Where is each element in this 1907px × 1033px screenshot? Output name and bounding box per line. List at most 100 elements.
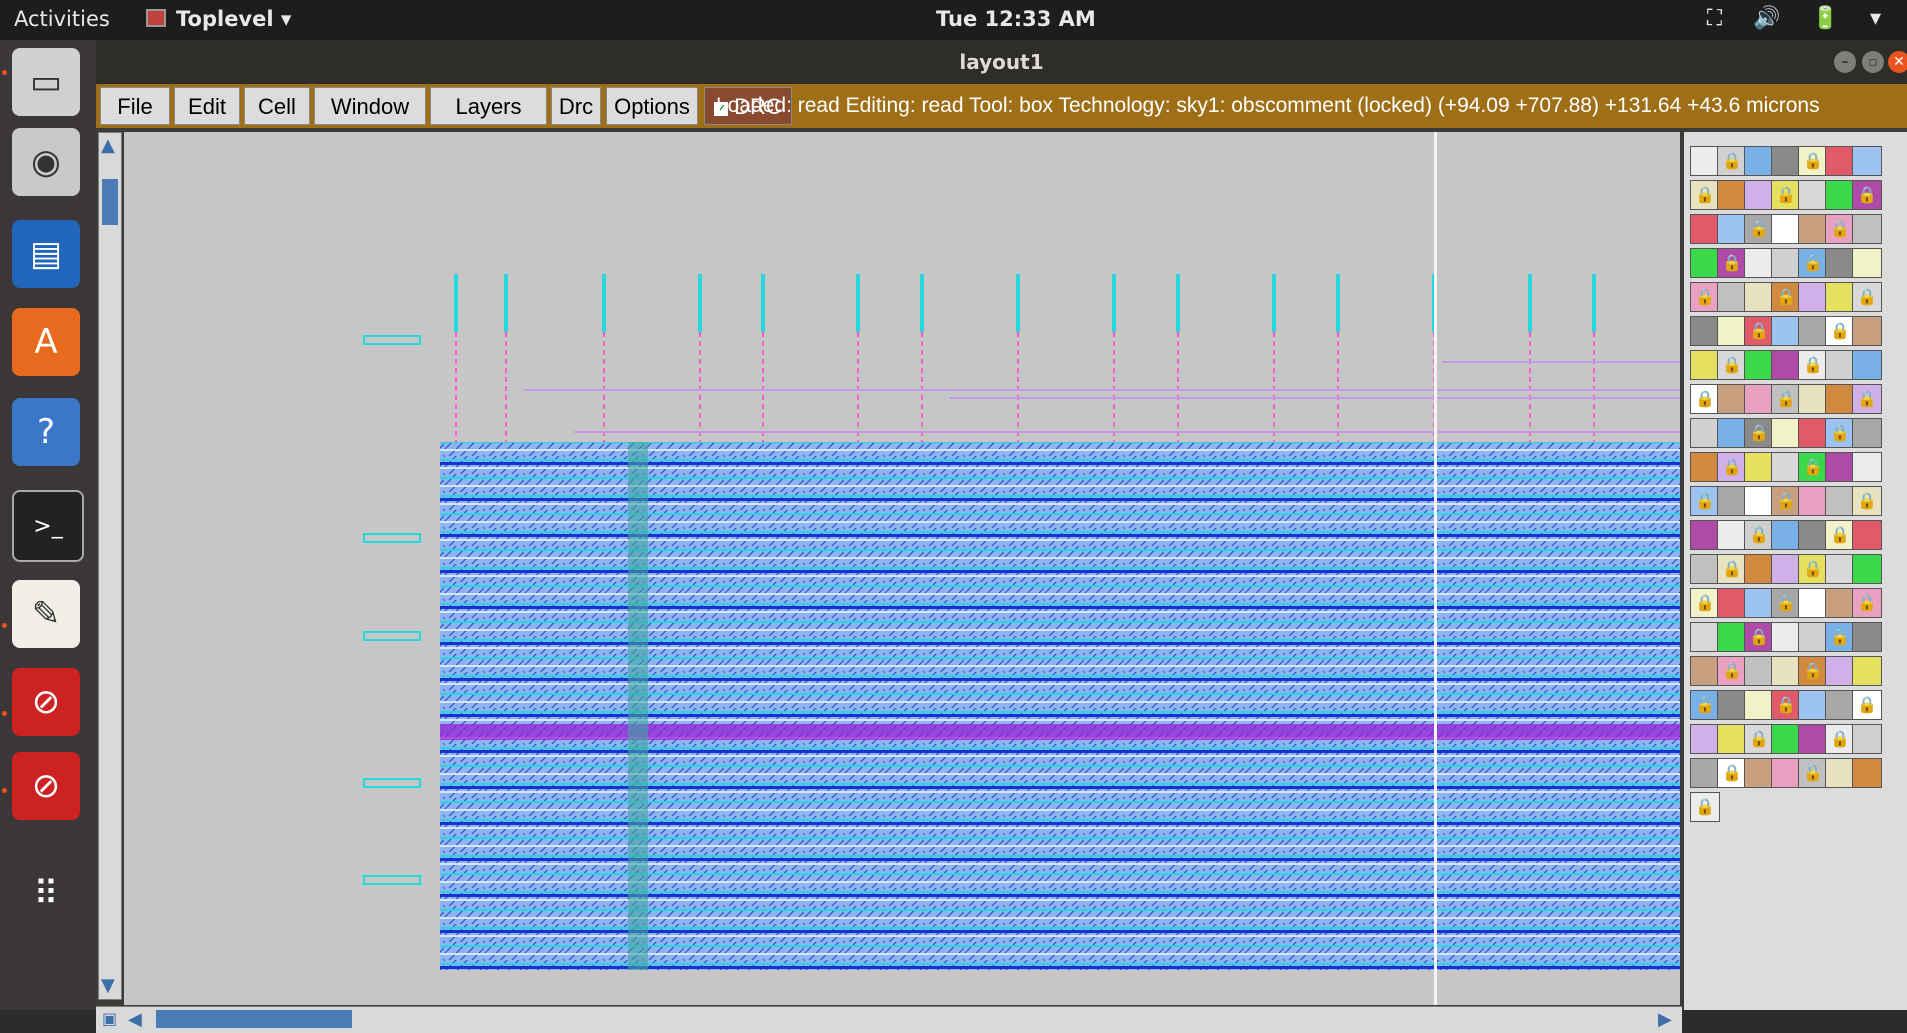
- layer-swatch[interactable]: [1690, 146, 1720, 176]
- arrow-right-icon[interactable]: ▶: [1658, 1009, 1672, 1030]
- blocked-app-icon[interactable]: ⊘: [12, 668, 80, 736]
- lock-icon[interactable]: 🔒: [1852, 180, 1882, 210]
- vertical-scroll-thumb[interactable]: [102, 179, 118, 225]
- layer-swatch[interactable]: [1717, 214, 1747, 244]
- lock-icon[interactable]: 🔒: [1744, 724, 1774, 754]
- layer-swatch[interactable]: [1771, 622, 1801, 652]
- lock-icon[interactable]: 🔒: [1771, 486, 1801, 516]
- lock-icon[interactable]: 🔒: [1690, 384, 1720, 414]
- layer-swatch[interactable]: [1744, 588, 1774, 618]
- layer-swatch[interactable]: [1825, 758, 1855, 788]
- lock-icon[interactable]: 🔒: [1690, 180, 1720, 210]
- terminal-icon[interactable]: >_: [12, 490, 84, 562]
- layer-swatch[interactable]: [1798, 588, 1828, 618]
- arrow-up-icon[interactable]: ▲: [101, 135, 115, 156]
- lock-icon[interactable]: 🔒: [1744, 520, 1774, 550]
- layer-swatch[interactable]: [1690, 656, 1720, 686]
- layer-swatch[interactable]: [1771, 418, 1801, 448]
- layer-swatch[interactable]: [1852, 520, 1882, 550]
- lock-icon[interactable]: 🔒: [1717, 656, 1747, 686]
- layer-swatch[interactable]: [1852, 214, 1882, 244]
- layer-swatch[interactable]: [1771, 350, 1801, 380]
- layer-swatch[interactable]: [1798, 622, 1828, 652]
- lock-icon[interactable]: 🔒: [1798, 146, 1828, 176]
- layer-swatch[interactable]: [1798, 486, 1828, 516]
- layer-swatch[interactable]: [1825, 690, 1855, 720]
- lock-icon[interactable]: 🔒: [1717, 350, 1747, 380]
- text-editor-icon[interactable]: ✎: [12, 580, 80, 648]
- menu-layers[interactable]: Layers: [430, 87, 547, 125]
- layer-swatch[interactable]: [1825, 146, 1855, 176]
- lock-icon[interactable]: 🔒: [1690, 792, 1720, 822]
- layer-swatch[interactable]: [1717, 316, 1747, 346]
- horizontal-scroll-thumb[interactable]: [156, 1010, 352, 1028]
- layer-swatch[interactable]: [1744, 452, 1774, 482]
- lock-icon[interactable]: 🔒: [1798, 350, 1828, 380]
- lock-icon[interactable]: 🔒: [1717, 452, 1747, 482]
- lock-icon[interactable]: 🔒: [1690, 282, 1720, 312]
- layer-swatch[interactable]: [1717, 384, 1747, 414]
- lock-icon[interactable]: 🔒: [1771, 384, 1801, 414]
- lock-icon[interactable]: 🔒: [1852, 588, 1882, 618]
- layer-swatch[interactable]: [1771, 316, 1801, 346]
- layer-swatch[interactable]: [1771, 656, 1801, 686]
- lock-icon[interactable]: 🔒: [1771, 180, 1801, 210]
- lock-icon[interactable]: 🔒: [1690, 588, 1720, 618]
- layer-swatch[interactable]: [1771, 554, 1801, 584]
- layer-swatch[interactable]: [1825, 486, 1855, 516]
- layer-swatch[interactable]: [1717, 622, 1747, 652]
- arrow-down-icon[interactable]: ▼: [101, 975, 115, 996]
- menu-drc[interactable]: Drc: [551, 87, 601, 125]
- lock-icon[interactable]: 🔒: [1825, 418, 1855, 448]
- layer-swatch[interactable]: [1852, 316, 1882, 346]
- lock-icon[interactable]: 🔒: [1798, 248, 1828, 278]
- layer-swatch[interactable]: [1690, 316, 1720, 346]
- layer-swatch[interactable]: [1798, 690, 1828, 720]
- layer-swatch[interactable]: [1852, 758, 1882, 788]
- vertical-scrollbar[interactable]: ▲ ▼: [98, 132, 122, 1000]
- layer-swatch[interactable]: [1852, 418, 1882, 448]
- software-center-icon[interactable]: A: [12, 308, 80, 376]
- lock-icon[interactable]: 🔒: [1798, 554, 1828, 584]
- layer-swatch[interactable]: [1798, 214, 1828, 244]
- layer-swatch[interactable]: [1852, 724, 1882, 754]
- layer-swatch[interactable]: [1771, 214, 1801, 244]
- system-tray[interactable]: ⛶ 🔊 🔋 ▾: [1707, 6, 1893, 31]
- layer-swatch[interactable]: [1744, 554, 1774, 584]
- menu-file[interactable]: File: [100, 87, 170, 125]
- layer-swatch[interactable]: [1771, 724, 1801, 754]
- maximize-button[interactable]: ▫: [1862, 51, 1884, 73]
- layer-swatch[interactable]: [1825, 452, 1855, 482]
- layer-swatch[interactable]: [1690, 622, 1720, 652]
- layer-swatch[interactable]: [1825, 656, 1855, 686]
- activities-button[interactable]: Activities: [14, 7, 110, 31]
- lock-icon[interactable]: 🔒: [1825, 316, 1855, 346]
- layer-swatch[interactable]: [1825, 248, 1855, 278]
- layer-swatch[interactable]: [1744, 282, 1774, 312]
- horizontal-scrollbar[interactable]: ▣ ◀ ▶: [96, 1006, 1682, 1033]
- lock-icon[interactable]: 🔒: [1852, 690, 1882, 720]
- layer-swatch[interactable]: [1744, 384, 1774, 414]
- layer-swatch[interactable]: [1717, 520, 1747, 550]
- layer-swatch[interactable]: [1717, 588, 1747, 618]
- layer-swatch[interactable]: [1690, 248, 1720, 278]
- writer-icon[interactable]: ▤: [12, 220, 80, 288]
- layer-swatch[interactable]: [1690, 554, 1720, 584]
- layer-swatch[interactable]: [1690, 724, 1720, 754]
- layer-swatch[interactable]: [1744, 758, 1774, 788]
- rhythmbox-icon[interactable]: ◉: [12, 128, 80, 196]
- layer-swatch[interactable]: [1690, 452, 1720, 482]
- layer-swatch[interactable]: [1771, 520, 1801, 550]
- layer-swatch[interactable]: [1825, 588, 1855, 618]
- layer-swatch[interactable]: [1798, 180, 1828, 210]
- drive-icon[interactable]: ▭: [12, 48, 80, 116]
- layer-swatch[interactable]: [1717, 486, 1747, 516]
- blocked-app-icon[interactable]: ⊘: [12, 752, 80, 820]
- layer-swatch[interactable]: [1852, 622, 1882, 652]
- layer-swatch[interactable]: [1771, 146, 1801, 176]
- layer-swatch[interactable]: [1825, 282, 1855, 312]
- layer-swatch[interactable]: [1717, 180, 1747, 210]
- lock-icon[interactable]: 🔒: [1825, 520, 1855, 550]
- menu-options[interactable]: Options: [606, 87, 698, 125]
- minimize-button[interactable]: –: [1834, 51, 1856, 73]
